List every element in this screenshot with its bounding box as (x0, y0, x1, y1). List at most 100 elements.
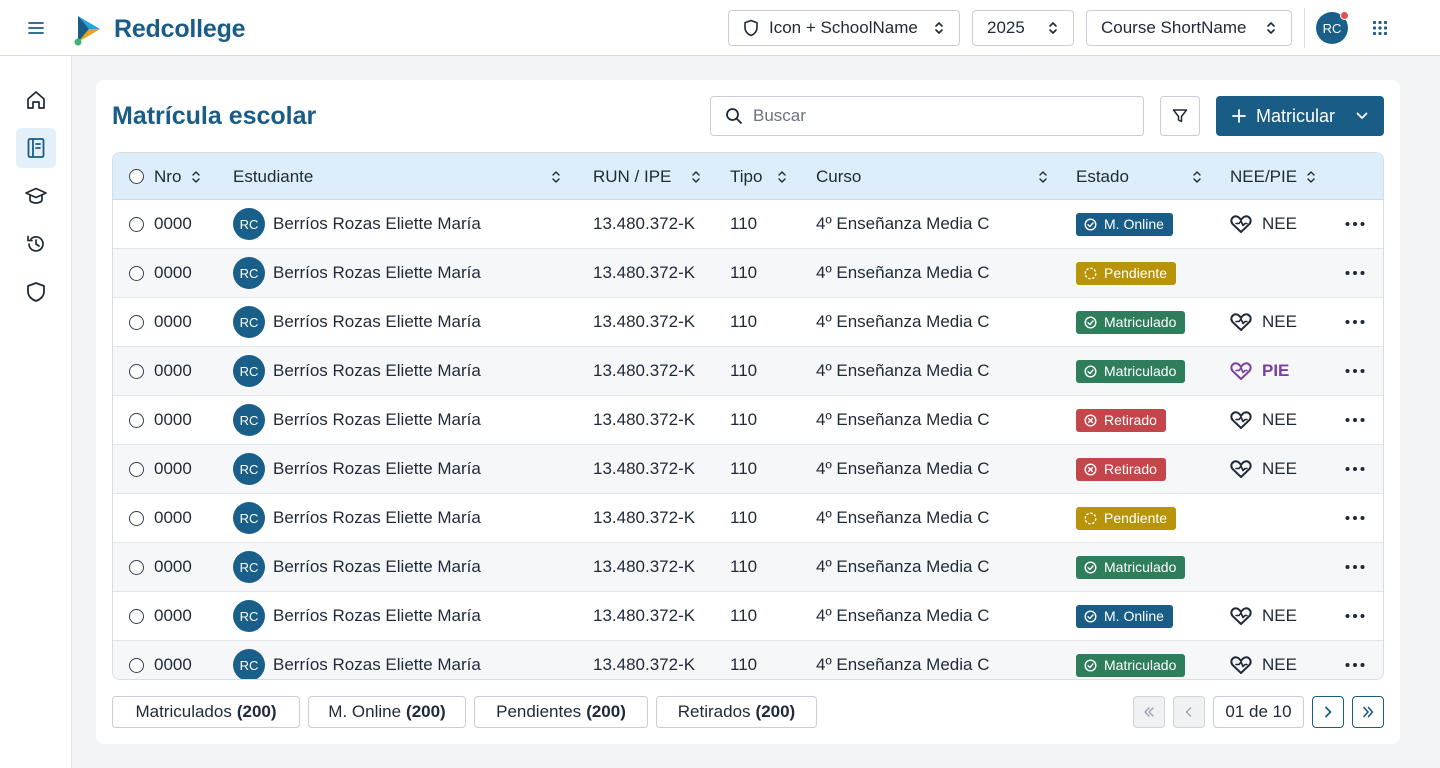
more-options-icon[interactable] (1343, 606, 1367, 626)
chip-count: (200) (406, 702, 446, 721)
row-checkbox[interactable] (129, 445, 144, 493)
select-all-checkbox[interactable] (129, 153, 144, 200)
row-curso: 4º Enseñanza Media C (816, 655, 990, 674)
status-badge: Pendiente (1076, 506, 1177, 530)
sort-icon[interactable] (777, 153, 797, 200)
row-checkbox[interactable] (129, 641, 144, 679)
sort-icon[interactable] (1038, 153, 1058, 200)
status-cell: Matriculado (1076, 347, 1186, 395)
sort-icon[interactable] (1192, 153, 1212, 200)
last-page-button[interactable] (1352, 696, 1384, 728)
history-icon (27, 235, 44, 252)
chip-retirados[interactable]: Retirados (200) (656, 696, 817, 728)
table-row[interactable]: 0000 RC Berríos Rozas Eliette María 13.480.… (113, 641, 1383, 679)
first-page-button[interactable] (1133, 696, 1165, 728)
row-tipo: 110 (730, 410, 758, 429)
user-avatar[interactable]: RC (1316, 11, 1349, 44)
sort-icon[interactable] (191, 153, 211, 200)
course-select[interactable]: Course ShortName (1086, 10, 1292, 46)
menu-icon[interactable] (24, 16, 48, 40)
year-select[interactable]: 2025 (972, 10, 1074, 46)
more-options-icon[interactable] (1343, 263, 1367, 283)
apps-grid-icon[interactable] (1368, 16, 1392, 40)
student-cell[interactable]: RC Berríos Rozas Eliette María (233, 641, 481, 679)
table-row[interactable]: 0000 RC Berríos Rozas Eliette María 13.480.… (113, 445, 1383, 494)
search-box[interactable] (710, 96, 1144, 136)
enroll-button[interactable]: Matricular (1216, 96, 1384, 136)
row-tipo: 110 (730, 606, 758, 625)
app-logo[interactable]: Redcollege (72, 12, 246, 46)
school-select[interactable]: Icon + SchoolName (728, 10, 960, 46)
more-options-icon[interactable] (1343, 459, 1367, 479)
heart-pulse-icon (1230, 606, 1252, 626)
student-name: Berríos Rozas Eliette María (273, 361, 481, 380)
sidebar-item-home[interactable] (16, 80, 56, 120)
status-label: Matriculado (1104, 363, 1177, 379)
student-cell[interactable]: RC Berríos Rozas Eliette María (233, 494, 481, 542)
row-checkbox[interactable] (129, 347, 144, 395)
more-options-icon[interactable] (1343, 410, 1367, 430)
row-checkbox[interactable] (129, 200, 144, 248)
prev-page-button[interactable] (1173, 696, 1205, 728)
user-initials: RC (1322, 20, 1342, 36)
sidebar-item-security[interactable] (16, 272, 56, 312)
row-checkbox[interactable] (129, 298, 144, 346)
notification-dot (1340, 11, 1349, 20)
more-options-icon[interactable] (1343, 361, 1367, 381)
sidebar-item-academic[interactable] (16, 176, 56, 216)
student-avatar: RC (233, 453, 265, 485)
chip-pendientes[interactable]: Pendientes (200) (474, 696, 648, 728)
check-circle-icon (1084, 658, 1097, 672)
filter-button[interactable] (1160, 96, 1200, 136)
chip-matriculados[interactable]: Matriculados (200) (112, 696, 300, 728)
chip-m-online[interactable]: M. Online (200) (308, 696, 466, 728)
status-badge: Retirado (1076, 457, 1166, 481)
student-cell[interactable]: RC Berríos Rozas Eliette María (233, 445, 481, 493)
status-label: Pendiente (1104, 265, 1168, 281)
student-cell[interactable]: RC Berríos Rozas Eliette María (233, 543, 481, 591)
student-cell[interactable]: RC Berríos Rozas Eliette María (233, 396, 481, 444)
book-icon (27, 138, 45, 158)
student-cell[interactable]: RC Berríos Rozas Eliette María (233, 592, 481, 640)
student-cell[interactable]: RC Berríos Rozas Eliette María (233, 347, 481, 395)
more-options-icon[interactable] (1343, 214, 1367, 234)
student-avatar: RC (233, 355, 265, 387)
pending-circle-icon (1084, 266, 1097, 280)
sidebar-item-history[interactable] (16, 224, 56, 264)
sort-icon[interactable] (691, 153, 711, 200)
table-row[interactable]: 0000 RC Berríos Rozas Eliette María 13.480.… (113, 298, 1383, 347)
sort-icon[interactable] (551, 153, 571, 200)
header-curso: Curso (816, 166, 862, 186)
row-checkbox[interactable] (129, 396, 144, 444)
more-options-icon[interactable] (1343, 508, 1367, 528)
nee-pie-indicator: NEE (1230, 641, 1297, 679)
table-row[interactable]: 0000 RC Berríos Rozas Eliette María 13.480.… (113, 347, 1383, 396)
student-cell[interactable]: RC Berríos Rozas Eliette María (233, 249, 481, 297)
graduation-cap-icon (25, 187, 47, 204)
next-page-button[interactable] (1312, 696, 1344, 728)
search-input[interactable] (753, 106, 1113, 126)
row-checkbox[interactable] (129, 494, 144, 542)
status-cell: Retirado (1076, 396, 1166, 444)
header-tipo: Tipo (730, 166, 763, 186)
table-row[interactable]: 0000 RC Berríos Rozas Eliette María 13.480.… (113, 200, 1383, 249)
more-options-icon[interactable] (1343, 557, 1367, 577)
more-options-icon[interactable] (1343, 655, 1367, 675)
student-cell[interactable]: RC Berríos Rozas Eliette María (233, 298, 481, 346)
table-row[interactable]: 0000 RC Berríos Rozas Eliette María 13.480.… (113, 396, 1383, 445)
table-row[interactable]: 0000 RC Berríos Rozas Eliette María 13.480.… (113, 249, 1383, 298)
more-options-icon[interactable] (1343, 312, 1367, 332)
sort-icon[interactable] (1306, 153, 1326, 200)
table-row[interactable]: 0000 RC Berríos Rozas Eliette María 13.480.… (113, 543, 1383, 592)
row-checkbox[interactable] (129, 592, 144, 640)
student-name: Berríos Rozas Eliette María (273, 557, 481, 576)
student-avatar: RC (233, 502, 265, 534)
sidebar-item-enrollment[interactable] (16, 128, 56, 168)
table-row[interactable]: 0000 RC Berríos Rozas Eliette María 13.480.… (113, 494, 1383, 543)
row-checkbox[interactable] (129, 543, 144, 591)
table-row[interactable]: 0000 RC Berríos Rozas Eliette María 13.480.… (113, 592, 1383, 641)
student-cell[interactable]: RC Berríos Rozas Eliette María (233, 200, 481, 248)
row-run: 13.480.372-K (593, 508, 696, 527)
row-checkbox[interactable] (129, 249, 144, 297)
chip-count: (200) (236, 702, 277, 721)
